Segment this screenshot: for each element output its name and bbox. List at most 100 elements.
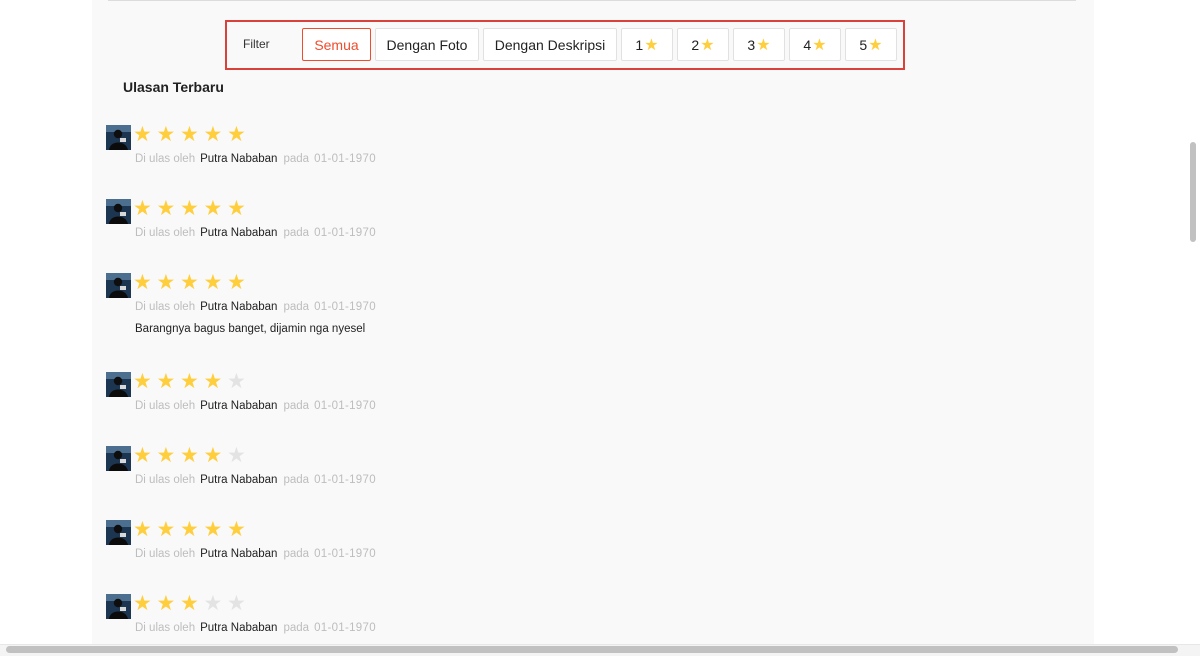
star-filled-icon: ★ bbox=[180, 123, 199, 146]
filter-5-star-button[interactable]: 5 ★ bbox=[845, 28, 897, 61]
filter-1-star-label: 1 bbox=[635, 36, 644, 53]
date-prefix: pada bbox=[283, 227, 310, 239]
reviewer-name: Putra Nababan bbox=[200, 301, 278, 313]
star-icon: ★ bbox=[756, 36, 771, 54]
filter-4-star-label: 4 bbox=[803, 36, 812, 53]
star-filled-icon: ★ bbox=[203, 518, 223, 541]
star-filled-icon: ★ bbox=[156, 197, 176, 220]
filter-2-star-label: 2 bbox=[691, 36, 700, 53]
filter-bar: Filter Semua Dengan Foto Dengan Deskrips… bbox=[225, 20, 905, 70]
reviewer-name: Putra Nababan bbox=[200, 400, 278, 412]
date-prefix: pada bbox=[283, 301, 310, 313]
star-empty-icon: ★ bbox=[203, 592, 223, 615]
avatar bbox=[106, 594, 131, 619]
star-empty-icon: ★ bbox=[227, 370, 246, 393]
star-filled-icon: ★ bbox=[227, 518, 246, 541]
review-date: 01-01-1970 bbox=[314, 474, 376, 486]
star-filled-icon: ★ bbox=[227, 123, 246, 146]
review-meta: Di ulas oleh Putra Nababan pada 01-01-1970 bbox=[135, 400, 376, 412]
filter-2-star-button[interactable]: 2 ★ bbox=[677, 28, 729, 61]
avatar bbox=[106, 520, 131, 545]
filter-all-label: Semua bbox=[314, 36, 359, 53]
star-filled-icon: ★ bbox=[203, 123, 223, 146]
star-filled-icon: ★ bbox=[180, 370, 199, 393]
star-empty-icon: ★ bbox=[227, 592, 246, 615]
star-filled-icon: ★ bbox=[156, 123, 176, 146]
review-meta: Di ulas oleh Putra Nababan pada 01-01-1970 bbox=[135, 622, 376, 634]
filter-3-star-label: 3 bbox=[747, 36, 756, 53]
filter-with-photo-label: Dengan Foto bbox=[386, 36, 468, 53]
rating-stars: ★ ★ ★ ★ ★ bbox=[133, 197, 251, 221]
filter-with-description-label: Dengan Deskripsi bbox=[494, 36, 606, 53]
star-filled-icon: ★ bbox=[133, 197, 152, 220]
reviewed-by-label: Di ulas oleh bbox=[135, 622, 196, 634]
rating-stars: ★ ★ ★ ★ ★ bbox=[133, 271, 251, 295]
star-filled-icon: ★ bbox=[133, 271, 152, 294]
star-filled-icon: ★ bbox=[156, 592, 176, 615]
star-icon: ★ bbox=[700, 36, 715, 54]
rating-stars: ★ ★ ★ ★ ★ bbox=[133, 444, 251, 468]
filter-4-star-button[interactable]: 4 ★ bbox=[789, 28, 841, 61]
star-filled-icon: ★ bbox=[133, 444, 152, 467]
reviewed-by-label: Di ulas oleh bbox=[135, 301, 196, 313]
star-filled-icon: ★ bbox=[156, 518, 176, 541]
star-filled-icon: ★ bbox=[203, 444, 223, 467]
star-filled-icon: ★ bbox=[133, 123, 152, 146]
top-divider bbox=[108, 0, 1076, 1]
reviewer-name: Putra Nababan bbox=[200, 153, 278, 165]
avatar bbox=[106, 273, 131, 298]
horizontal-scrollbar[interactable] bbox=[6, 646, 1178, 653]
rating-stars: ★ ★ ★ ★ ★ bbox=[133, 123, 251, 147]
star-empty-icon: ★ bbox=[227, 444, 246, 467]
review-date: 01-01-1970 bbox=[314, 548, 376, 560]
review-meta: Di ulas oleh Putra Nababan pada 01-01-1970 bbox=[135, 153, 376, 165]
star-filled-icon: ★ bbox=[156, 370, 176, 393]
reviewer-name: Putra Nababan bbox=[200, 227, 278, 239]
star-filled-icon: ★ bbox=[227, 197, 246, 220]
date-prefix: pada bbox=[283, 548, 310, 560]
filter-all-button[interactable]: Semua bbox=[302, 28, 371, 61]
reviewed-by-label: Di ulas oleh bbox=[135, 400, 196, 412]
avatar bbox=[106, 199, 131, 224]
filter-1-star-button[interactable]: 1 ★ bbox=[621, 28, 673, 61]
star-filled-icon: ★ bbox=[180, 197, 199, 220]
review-meta: Di ulas oleh Putra Nababan pada 01-01-1970 bbox=[135, 301, 376, 313]
review-date: 01-01-1970 bbox=[314, 227, 376, 239]
reviewed-by-label: Di ulas oleh bbox=[135, 474, 196, 486]
star-filled-icon: ★ bbox=[203, 197, 223, 220]
filter-with-description-button[interactable]: Dengan Deskripsi bbox=[483, 28, 617, 61]
rating-stars: ★ ★ ★ ★ ★ bbox=[133, 518, 251, 542]
star-filled-icon: ★ bbox=[156, 444, 176, 467]
reviewer-name: Putra Nababan bbox=[200, 622, 278, 634]
review-comment: Barangnya bagus banget, dijamin nga nyes… bbox=[135, 323, 366, 335]
review-date: 01-01-1970 bbox=[314, 400, 376, 412]
filter-with-photo-button[interactable]: Dengan Foto bbox=[375, 28, 479, 61]
date-prefix: pada bbox=[283, 474, 310, 486]
star-filled-icon: ★ bbox=[180, 444, 199, 467]
reviewer-name: Putra Nababan bbox=[200, 548, 278, 560]
filter-5-star-label: 5 bbox=[859, 36, 868, 53]
section-title: Ulasan Terbaru bbox=[123, 79, 224, 95]
review-meta: Di ulas oleh Putra Nababan pada 01-01-1970 bbox=[135, 227, 376, 239]
filter-3-star-button[interactable]: 3 ★ bbox=[733, 28, 785, 61]
vertical-scrollbar[interactable] bbox=[1190, 142, 1196, 242]
reviewed-by-label: Di ulas oleh bbox=[135, 227, 196, 239]
star-filled-icon: ★ bbox=[227, 271, 246, 294]
date-prefix: pada bbox=[283, 622, 310, 634]
star-filled-icon: ★ bbox=[203, 370, 223, 393]
review-date: 01-01-1970 bbox=[314, 153, 376, 165]
star-icon: ★ bbox=[812, 36, 827, 54]
star-icon: ★ bbox=[644, 36, 659, 54]
star-filled-icon: ★ bbox=[203, 271, 223, 294]
rating-stars: ★ ★ ★ ★ ★ bbox=[133, 370, 251, 394]
star-filled-icon: ★ bbox=[180, 592, 199, 615]
star-icon: ★ bbox=[868, 36, 883, 54]
star-filled-icon: ★ bbox=[133, 592, 152, 615]
review-meta: Di ulas oleh Putra Nababan pada 01-01-1970 bbox=[135, 474, 376, 486]
star-filled-icon: ★ bbox=[180, 271, 199, 294]
avatar bbox=[106, 372, 131, 397]
reviewed-by-label: Di ulas oleh bbox=[135, 153, 196, 165]
avatar bbox=[106, 125, 131, 150]
date-prefix: pada bbox=[283, 153, 310, 165]
star-filled-icon: ★ bbox=[133, 518, 152, 541]
